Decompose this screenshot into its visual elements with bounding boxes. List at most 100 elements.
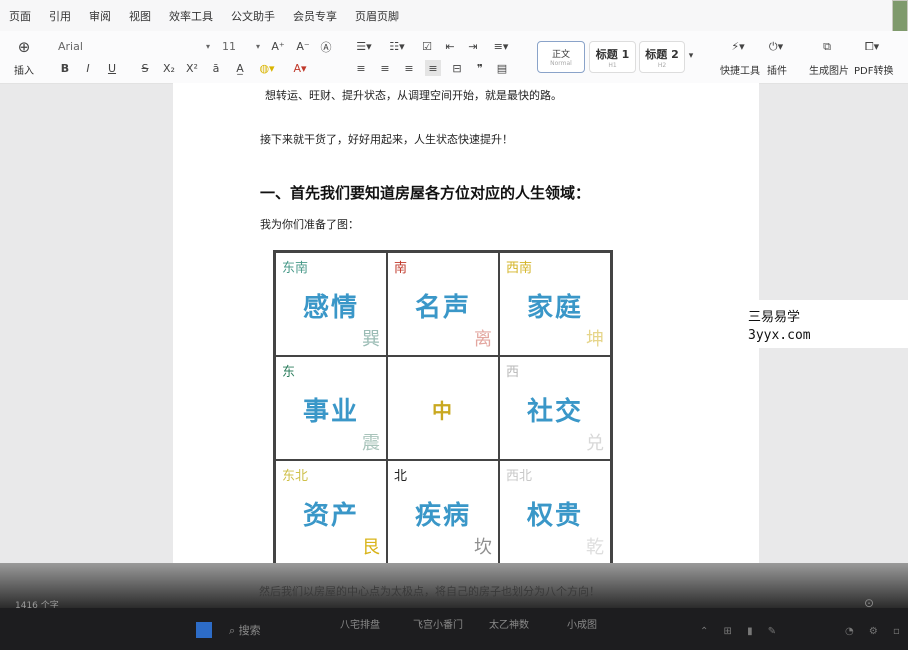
- text-effect-icon[interactable]: A̲: [232, 60, 248, 76]
- life-domain-label: 资产: [302, 501, 359, 531]
- menu-member[interactable]: 会员专享: [284, 8, 346, 24]
- life-domain-label: 疾病: [414, 501, 471, 531]
- style-normal[interactable]: 正文 Normal: [537, 41, 585, 73]
- outdent-icon[interactable]: ⇤: [442, 38, 458, 55]
- strikethrough-button[interactable]: S: [138, 60, 152, 76]
- trigram-label: 坤: [586, 329, 604, 350]
- insert-label[interactable]: 插入: [14, 62, 34, 77]
- insert-icon[interactable]: ⊕: [12, 38, 36, 56]
- clear-format-icon[interactable]: Ⓐ: [318, 38, 334, 55]
- font-size-select[interactable]: 11 ▾: [222, 38, 260, 55]
- partial-paragraph: 然后我们以房屋的中心点为太极点，将自己的房子也划分为八个方向！: [259, 585, 600, 598]
- taskbar-search[interactable]: ⌕ 搜索: [229, 622, 261, 638]
- generate-image-icon[interactable]: ⧉: [819, 38, 835, 55]
- grid-cell-southeast: 东南 感情 巽: [275, 252, 387, 356]
- indent-icon[interactable]: ⇥: [465, 38, 481, 55]
- line-spacing-icon[interactable]: ≡▾: [490, 38, 512, 55]
- trigram-label: 艮: [362, 537, 380, 558]
- paragraph-settings-icon[interactable]: ▤: [494, 60, 510, 76]
- life-domain-label: 感情: [302, 293, 359, 323]
- styles-more-icon[interactable]: ▾: [686, 49, 696, 63]
- grid-cell-center: 中: [387, 356, 499, 460]
- grow-font-icon[interactable]: A⁺: [270, 38, 286, 55]
- taskbar-item[interactable]: 八宅排盘: [340, 616, 380, 631]
- menu-review[interactable]: 审阅: [80, 8, 120, 24]
- life-domain-label: 社交: [526, 397, 583, 427]
- windows-start-icon[interactable]: [196, 622, 212, 638]
- paragraph-2: 接下来就干货了，好好用起来，人生状态快速提升！: [260, 133, 513, 146]
- chevron-down-icon: ▾: [205, 42, 210, 51]
- grid-cell-northwest: 西北 权贵 乾: [499, 460, 611, 564]
- plugins-label[interactable]: 插件: [767, 62, 787, 77]
- taskbar-item[interactable]: 小成图: [567, 616, 597, 631]
- align-left-icon[interactable]: ≡: [353, 60, 369, 76]
- shrink-font-icon[interactable]: A⁻: [295, 38, 311, 55]
- italic-button[interactable]: I: [81, 60, 95, 76]
- paragraph-1: 想转运、旺财、提升状态，从调理空间开始，就是最快的路。: [265, 89, 562, 102]
- generate-image-label[interactable]: 生成图片: [809, 62, 849, 77]
- grid-cell-southwest: 西南 家庭 坤: [499, 252, 611, 356]
- bullet-list-icon[interactable]: ☰▾: [353, 38, 375, 55]
- grid-cell-west: 西 社交 兑: [499, 356, 611, 460]
- direction-label: 东: [282, 365, 296, 380]
- taskbar-search-label: 搜索: [238, 624, 261, 637]
- direction-label: 东北: [282, 469, 309, 484]
- menu-page[interactable]: 页面: [0, 8, 40, 24]
- quick-tools-label[interactable]: 快捷工具: [720, 62, 760, 77]
- direction-label: 西: [506, 365, 520, 380]
- plugins-icon[interactable]: ⏻▾: [765, 38, 787, 55]
- numbered-list-icon[interactable]: ☷▾: [386, 38, 408, 55]
- checklist-icon[interactable]: ☑: [419, 38, 435, 55]
- quick-tools-icon[interactable]: ⚡▾: [727, 38, 749, 55]
- bold-button[interactable]: B: [58, 60, 72, 76]
- pinyin-icon[interactable]: ā: [208, 60, 224, 76]
- menu-efficiency-tools[interactable]: 效率工具: [160, 8, 222, 24]
- quote-icon[interactable]: ❞: [472, 60, 488, 76]
- trigram-label: 兑: [586, 433, 604, 454]
- menu-references[interactable]: 引用: [40, 8, 80, 24]
- watermark-line-1: 三易易学: [748, 310, 801, 325]
- life-domain-label: 事业: [302, 397, 359, 427]
- underline-button[interactable]: U: [105, 60, 119, 76]
- menu-view[interactable]: 视图: [120, 8, 160, 24]
- life-domain-label: 家庭: [526, 293, 583, 323]
- grid-cell-south: 南 名声 离: [387, 252, 499, 356]
- pdf-convert-label[interactable]: PDF转换: [854, 62, 893, 77]
- user-avatar[interactable]: [892, 0, 908, 32]
- grid-cell-east: 东 事业 震: [275, 356, 387, 460]
- highlight-icon[interactable]: ◍▾: [256, 60, 278, 76]
- font-name-select[interactable]: Arial ▾: [58, 38, 210, 55]
- direction-label: 东南: [282, 261, 309, 276]
- distribute-icon[interactable]: ⊟: [449, 60, 465, 76]
- font-color-icon[interactable]: A▾: [288, 60, 312, 76]
- direction-label: 西北: [506, 469, 533, 484]
- style-normal-label: 正文: [551, 50, 570, 60]
- style-heading-2[interactable]: 标题 2 H2: [639, 41, 685, 73]
- trigram-label: 坎: [474, 537, 492, 558]
- align-center-icon[interactable]: ≡: [377, 60, 393, 76]
- tray-icons[interactable]: ⌃ ⊞ ▮ ✎: [700, 626, 782, 637]
- style-heading-2-label: 标题 2: [645, 47, 679, 61]
- document-page[interactable]: 想转运、旺财、提升状态，从调理空间开始，就是最快的路。 接下来就干货了，好好用起…: [173, 83, 759, 566]
- pdf-convert-icon[interactable]: ⧠▾: [860, 38, 884, 55]
- system-tray-icons[interactable]: ◔ ⚙ ▫: [845, 626, 906, 637]
- font-size-value: 11: [222, 40, 236, 53]
- align-right-icon[interactable]: ≡: [401, 60, 417, 76]
- superscript-button[interactable]: X²: [183, 60, 201, 76]
- site-watermark: 三易易学 3yyx.com: [735, 300, 908, 348]
- taskbar-item[interactable]: 太乙神数: [489, 616, 529, 631]
- justify-icon[interactable]: ≡: [425, 60, 441, 76]
- subscript-button[interactable]: X₂: [160, 60, 178, 76]
- menu-header-footer[interactable]: 页眉页脚: [346, 8, 408, 24]
- life-domain-label: 中: [432, 399, 454, 423]
- menu-document-assistant[interactable]: 公文助手: [222, 8, 284, 24]
- style-heading-1[interactable]: 标题 1 H1: [589, 41, 636, 73]
- chevron-down-icon: ▾: [255, 42, 260, 51]
- bagua-grid-image: 东南 感情 巽 南 名声 离 西南 家庭 坤 东 事业 震 中 西 社交 兑 东…: [273, 250, 613, 566]
- style-heading-1-sub: H1: [608, 61, 617, 69]
- direction-label: 南: [394, 261, 408, 276]
- life-domain-label: 权贵: [526, 501, 583, 531]
- font-name-value: Arial: [58, 40, 83, 53]
- taskbar-item[interactable]: 飞宫小番门: [413, 616, 463, 631]
- trigram-label: 乾: [586, 537, 604, 558]
